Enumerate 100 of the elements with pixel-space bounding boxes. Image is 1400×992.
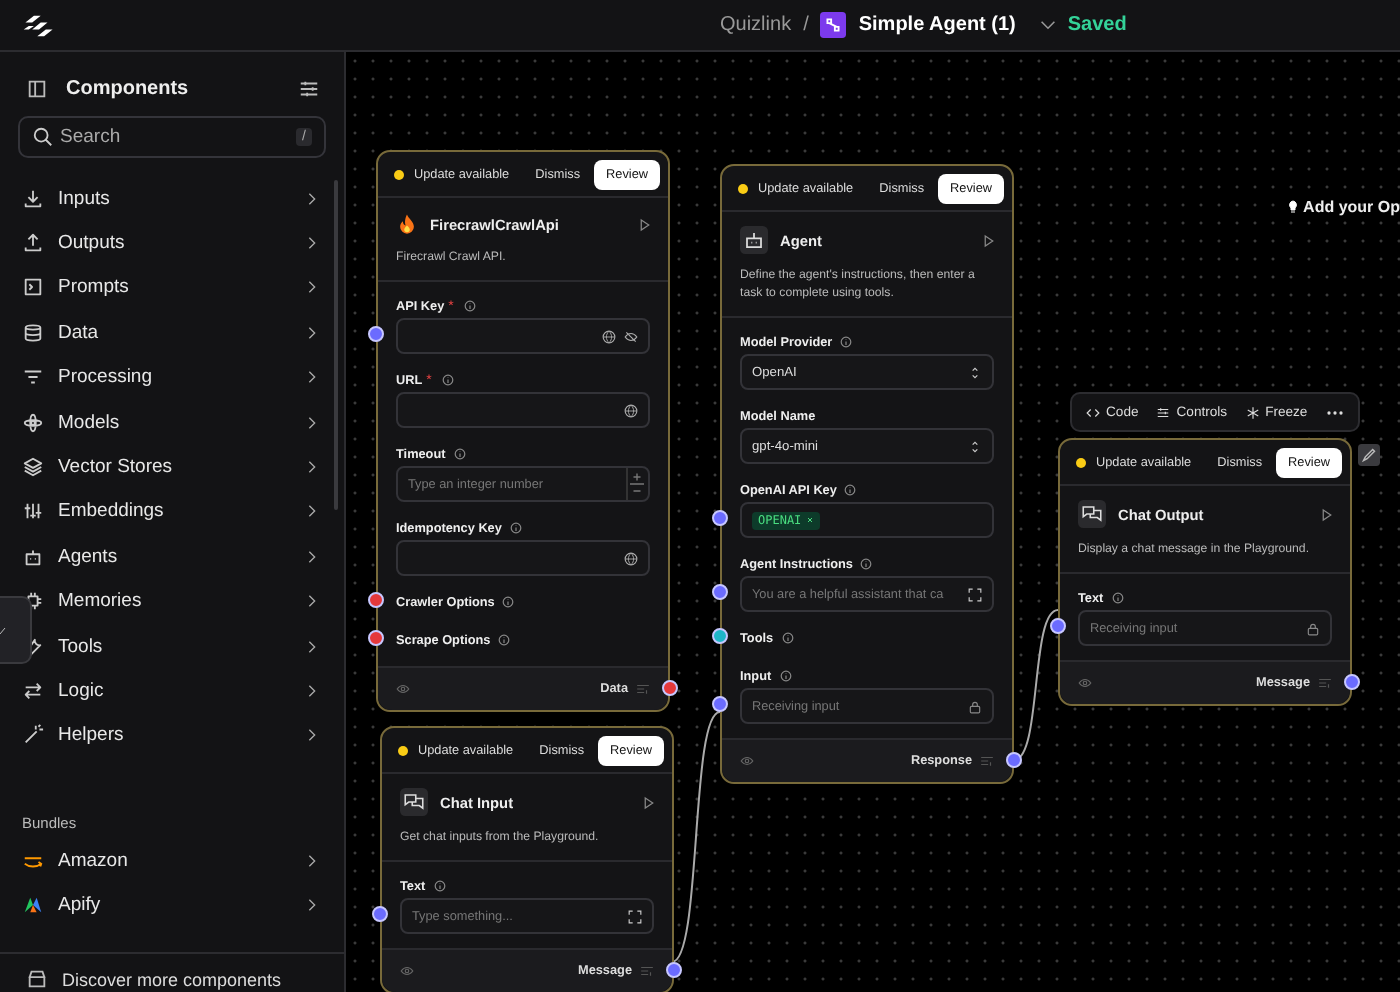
lightbulb-icon [1287, 200, 1298, 214]
input-field[interactable] [396, 318, 650, 355]
pencil-icon[interactable] [1358, 444, 1380, 466]
upload-icon [22, 232, 44, 255]
category-item[interactable]: Prompts [22, 265, 316, 311]
chevron-right-icon [308, 280, 316, 295]
lock-icon [968, 699, 982, 714]
eye-off-icon[interactable] [624, 329, 638, 344]
bundle-item[interactable]: Apify [22, 882, 316, 928]
input-field[interactable] [396, 392, 650, 429]
globe-icon[interactable] [602, 329, 616, 344]
sliders-icon [22, 500, 44, 523]
category-item[interactable]: Data [22, 310, 316, 356]
category-item[interactable]: Outputs [22, 220, 316, 266]
close-icon[interactable] [805, 516, 814, 525]
input-handle[interactable] [368, 592, 384, 609]
category-item[interactable]: Embeddings [22, 489, 316, 535]
swap-arrows-icon [22, 679, 44, 702]
bundle-item[interactable]: Amazon [22, 838, 316, 883]
magic-wand-icon [22, 724, 44, 747]
sidebar-title: Components [66, 78, 189, 100]
chevron-right-icon [308, 853, 316, 868]
category-item[interactable]: Models [22, 399, 316, 445]
chevron-right-icon [308, 728, 316, 743]
database-icon [22, 321, 44, 344]
chevron-right-icon [308, 504, 316, 519]
eye-icon[interactable] [400, 964, 414, 979]
chevron-right-icon [308, 460, 316, 475]
chat-bubbles-icon [1078, 500, 1106, 528]
input-handle[interactable] [372, 906, 388, 923]
play-icon[interactable] [640, 217, 650, 231]
category-item[interactable]: Logic [22, 668, 316, 714]
chevron-right-icon [308, 415, 316, 430]
eye-icon[interactable] [396, 682, 410, 697]
more-icon[interactable] [1325, 409, 1344, 415]
input-handle[interactable] [712, 628, 728, 645]
flame-icon [396, 212, 418, 236]
chevron-right-icon [308, 191, 316, 206]
breadcrumb-separator: / [803, 14, 809, 36]
chevron-right-icon [308, 683, 316, 698]
chevron-right-icon [308, 236, 316, 251]
output-handle[interactable] [1006, 752, 1022, 769]
play-icon[interactable] [984, 233, 994, 247]
workspace-link[interactable]: Quizlink [720, 14, 792, 36]
sliders-icon[interactable] [298, 78, 320, 100]
store-icon [26, 968, 48, 990]
input-handle[interactable] [712, 510, 728, 527]
chevron-right-icon [308, 594, 316, 609]
code-icon [1086, 405, 1100, 419]
globe-icon[interactable] [624, 403, 638, 418]
input-handle[interactable] [712, 584, 728, 601]
download-icon [22, 187, 44, 210]
triangles-icon [22, 894, 44, 917]
chevron-right-icon [308, 325, 316, 340]
chevron-right-icon [308, 370, 316, 385]
search-icon [32, 126, 54, 148]
flow-icon [820, 12, 847, 38]
output-handle[interactable] [666, 962, 682, 979]
input-field[interactable] [396, 540, 650, 577]
snowflake-icon [1245, 405, 1260, 419]
input-handle[interactable] [712, 696, 728, 713]
input-handle[interactable] [368, 630, 384, 647]
robot-icon [740, 226, 768, 254]
chevron-right-icon [308, 639, 316, 654]
eye-icon[interactable] [1078, 676, 1092, 691]
lock-icon [1306, 621, 1320, 636]
chevron-right-icon [308, 898, 316, 913]
chevron-right-icon [308, 549, 316, 564]
filter-icon [22, 366, 44, 389]
chevron-down-icon[interactable] [1039, 20, 1056, 30]
terminal-icon [22, 276, 44, 299]
globe-icon[interactable] [624, 551, 638, 566]
category-item[interactable]: Inputs [22, 176, 316, 221]
category-item[interactable]: Helpers [22, 713, 316, 759]
layers-icon [22, 456, 44, 479]
canvas-hint: Add your Op [1303, 198, 1400, 216]
category-item[interactable]: Processing [22, 355, 316, 400]
panel-icon[interactable] [26, 78, 48, 100]
eye-icon[interactable] [740, 754, 754, 769]
output-handle[interactable] [1344, 674, 1360, 691]
logo-icon [22, 13, 56, 37]
sliders-icon [1156, 405, 1171, 419]
chevrons-updown-icon [968, 365, 982, 380]
atom-icon [22, 411, 44, 434]
play-icon[interactable] [1322, 507, 1332, 521]
expand-icon[interactable] [628, 909, 642, 924]
play-icon[interactable] [644, 795, 654, 809]
category-item[interactable]: Vector Stores [22, 444, 316, 490]
input-handle[interactable] [368, 326, 384, 343]
chat-bubbles-icon [400, 788, 428, 816]
number-stepper[interactable] [626, 468, 646, 501]
input-handle[interactable] [1050, 618, 1066, 635]
flow-name[interactable]: Simple Agent (1) [858, 14, 1016, 36]
discover-link[interactable]: Discover more components [62, 970, 282, 990]
expand-icon[interactable] [968, 587, 982, 602]
chevrons-updown-icon [968, 439, 982, 454]
save-status: Saved [1067, 14, 1127, 36]
output-handle[interactable] [662, 680, 678, 697]
category-item[interactable]: Agents [22, 534, 316, 580]
robot-icon [22, 545, 44, 568]
